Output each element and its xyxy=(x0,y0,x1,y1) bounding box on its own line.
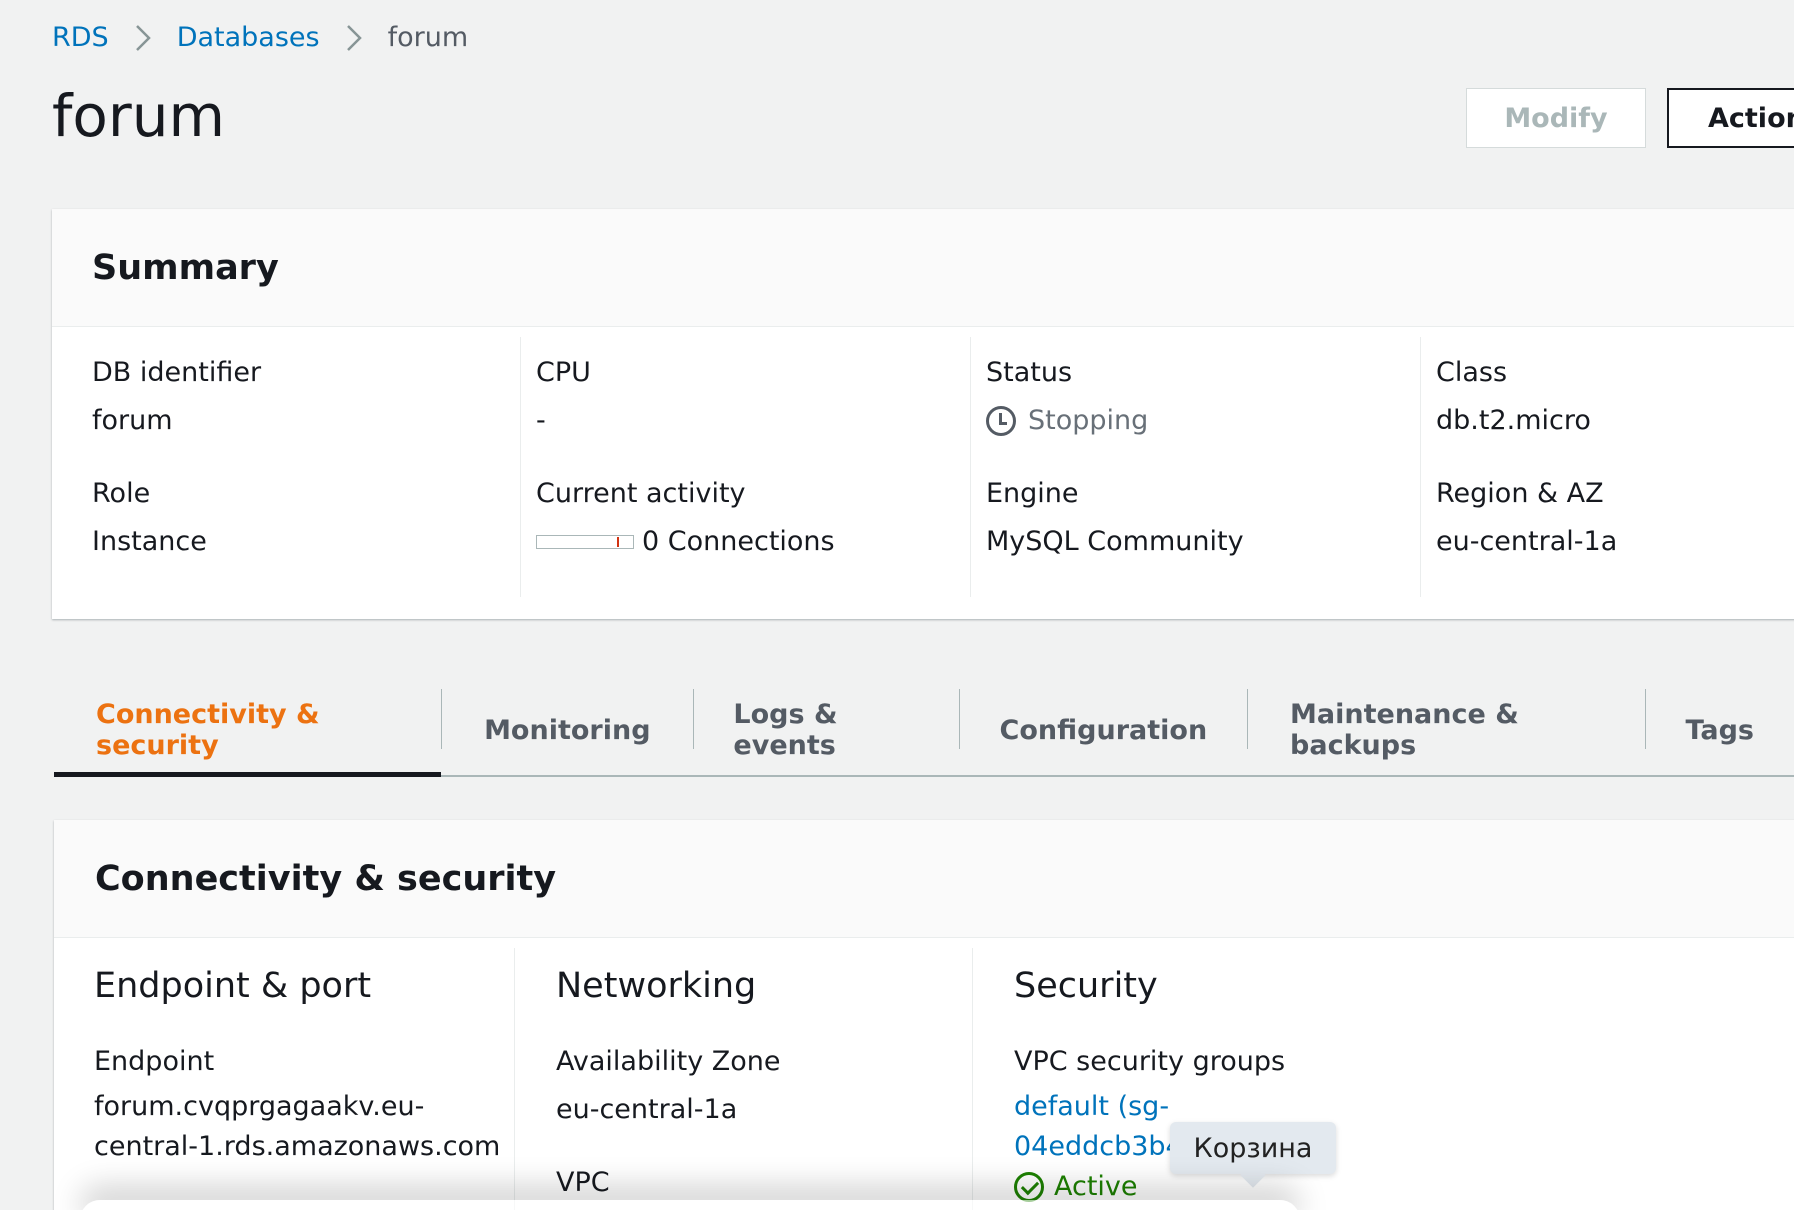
role-label: Role xyxy=(92,478,151,509)
status-value: Stopping xyxy=(986,405,1402,436)
activity-bar xyxy=(536,534,634,549)
breadcrumb-databases-link[interactable]: Databases xyxy=(177,22,320,53)
tab-tags[interactable]: Tags xyxy=(1645,685,1794,775)
security-section-title: Security xyxy=(1014,966,1158,1006)
endpoint-value[interactable]: forum.cvqprgagaakv.eu- central-1.rds.ama… xyxy=(94,1087,514,1167)
dock-shadow xyxy=(80,1200,1300,1210)
endpoint-section-title: Endpoint & port xyxy=(94,966,372,1006)
networking-column: Networking Availability Zone eu-central-… xyxy=(514,938,972,1210)
endpoint-line: central-1.rds.amazonaws.com xyxy=(94,1131,501,1162)
endpoint-label: Endpoint xyxy=(94,1046,215,1077)
breadcrumb: RDS Databases forum xyxy=(52,22,468,53)
summary-header: Summary xyxy=(52,209,1794,327)
security-group-link[interactable]: default (sg- xyxy=(1014,1087,1572,1127)
chevron-right-icon xyxy=(346,24,362,52)
db-identifier-value: forum xyxy=(92,405,173,436)
summary-col-identifier: DB identifier forum Role Instance xyxy=(52,327,502,617)
chevron-right-icon xyxy=(135,24,151,52)
modify-button[interactable]: Modify xyxy=(1466,88,1646,148)
connectivity-title: Connectivity & security xyxy=(95,858,557,899)
networking-section-title: Networking xyxy=(556,966,757,1006)
engine-label: Engine xyxy=(986,478,1079,509)
vpc-security-groups-label: VPC security groups xyxy=(1014,1046,1286,1077)
page-title: forum xyxy=(52,82,226,150)
status-text: Stopping xyxy=(1028,405,1149,436)
detail-tabs: Connectivity & security Monitoring Logs … xyxy=(54,685,1794,777)
tooltip: Корзина xyxy=(1170,1122,1336,1174)
clock-icon xyxy=(986,405,1016,436)
class-label: Class xyxy=(1436,357,1508,388)
tab-connectivity-security[interactable]: Connectivity & security xyxy=(54,685,442,777)
summary-col-cpu: CPU - Current activity 0 Connections xyxy=(502,327,952,617)
activity-value: 0 Connections xyxy=(536,526,952,557)
summary-col-class: Class db.t2.micro Region & AZ eu-central… xyxy=(1402,327,1794,617)
connectivity-panel: Connectivity & security Endpoint & port … xyxy=(54,820,1794,1210)
region-value: eu-central-1a xyxy=(1436,526,1618,557)
cpu-value: - xyxy=(536,405,546,436)
summary-panel: Summary DB identifier forum Role Instanc… xyxy=(52,209,1794,619)
actions-button[interactable]: Action xyxy=(1667,88,1794,148)
check-circle-icon xyxy=(1014,1172,1044,1202)
activity-text: 0 Connections xyxy=(642,526,835,557)
status-label: Status xyxy=(986,357,1073,388)
connectivity-header: Connectivity & security xyxy=(54,820,1794,938)
db-identifier-label: DB identifier xyxy=(92,357,262,388)
breadcrumb-rds-link[interactable]: RDS xyxy=(52,22,109,53)
role-value: Instance xyxy=(92,526,207,557)
tab-maintenance-backups[interactable]: Maintenance & backups xyxy=(1248,685,1645,775)
az-value: eu-central-1a xyxy=(556,1094,738,1125)
endpoint-column: Endpoint & port Endpoint forum.cvqprgaga… xyxy=(54,938,514,1210)
breadcrumb-current: forum xyxy=(387,22,469,53)
region-label: Region & AZ xyxy=(1436,478,1604,509)
tab-monitoring[interactable]: Monitoring xyxy=(442,685,692,775)
endpoint-line: forum.cvqprgagaakv.eu- xyxy=(94,1091,425,1122)
summary-title: Summary xyxy=(92,247,279,288)
summary-col-status: Status Stopping Engine MySQL Community xyxy=(952,327,1402,617)
engine-value: MySQL Community xyxy=(986,526,1244,557)
az-label: Availability Zone xyxy=(556,1046,781,1077)
tab-configuration[interactable]: Configuration xyxy=(960,685,1248,775)
tab-logs-events[interactable]: Logs & events xyxy=(693,685,958,775)
cpu-label: CPU xyxy=(536,357,591,388)
activity-label: Current activity xyxy=(536,478,746,509)
vpc-label: VPC xyxy=(556,1167,610,1198)
class-value: db.t2.micro xyxy=(1436,405,1591,436)
